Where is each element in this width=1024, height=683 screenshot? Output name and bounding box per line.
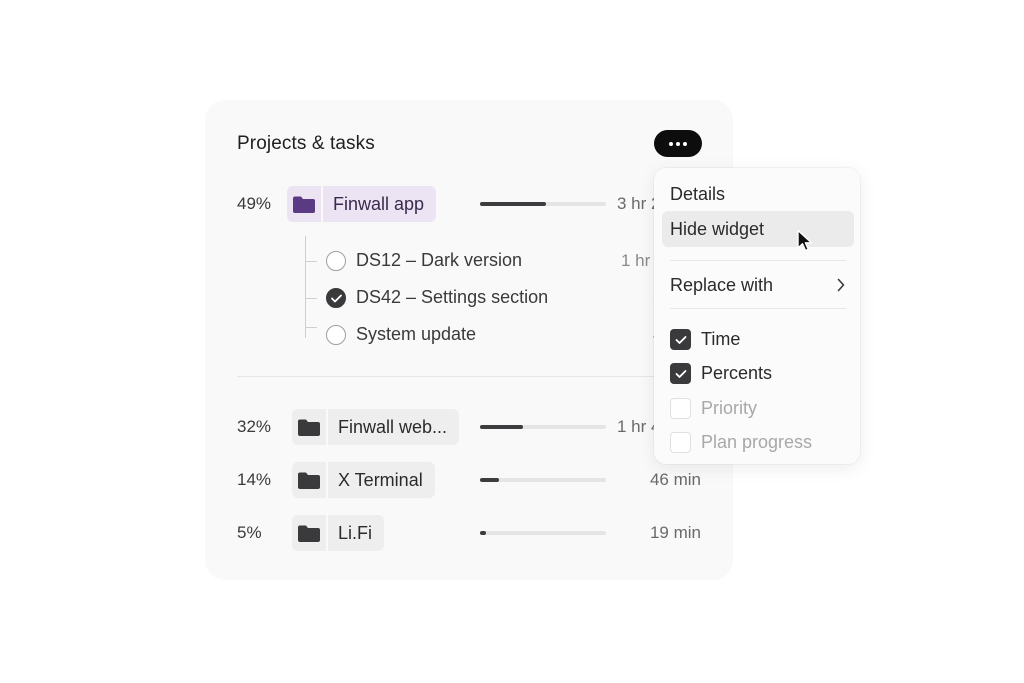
project-percent: 14% [237,470,272,489]
project-time: 19 min [649,523,701,542]
task-row[interactable]: DS12 – Dark version 1 hr [305,246,665,276]
check-icon [330,294,342,302]
task-checkbox-checked[interactable] [326,288,346,308]
progress-fill [480,531,487,535]
menu-item-label: Hide widget [670,219,765,239]
task-checkbox[interactable] [326,325,346,345]
task-checkbox[interactable] [326,251,346,271]
widget-options-menu: Details Hide widget Replace with Time Pe… [654,168,860,464]
project-row-lifi[interactable]: 5% Li.Fi 19 min [205,515,733,551]
more-dot [683,141,687,146]
task-row[interactable]: System update 4 [305,320,665,350]
project-chip[interactable]: Finwall app [287,186,437,222]
menu-divider [670,260,846,261]
option-priority[interactable]: Priority [670,396,850,422]
option-time[interactable]: Time [670,327,850,353]
option-label: Time [701,329,741,349]
folder-icon [292,515,328,551]
menu-item-label: Replace with [670,275,774,295]
project-name: Finwall web... [338,416,448,437]
option-checkbox-checked[interactable] [670,363,691,384]
option-checkbox-checked[interactable] [670,329,691,350]
more-options-button[interactable] [654,130,702,157]
widget-title: Projects & tasks [237,133,375,154]
project-chip[interactable]: Finwall web... [292,409,460,445]
more-dot [676,141,680,146]
tree-branch [305,327,317,328]
folder-icon [292,409,328,445]
project-progress-bar [480,478,606,482]
project-percent: 5% [237,523,262,542]
section-divider [237,376,701,377]
project-chip[interactable]: Li.Fi [292,515,385,551]
progress-fill [480,202,546,206]
option-checkbox[interactable] [670,432,691,453]
more-horizontal-icon [669,141,673,146]
mouse-cursor-icon [797,229,813,252]
project-row-x-terminal[interactable]: 14% X Terminal 46 min [205,462,733,498]
option-label: Priority [701,398,758,418]
option-checkbox[interactable] [670,398,691,419]
menu-item-hide-widget[interactable]: Hide widget [662,211,854,247]
project-name: Li.Fi [338,522,373,543]
menu-item-replace-with[interactable]: Replace with [662,267,854,303]
task-name: DS12 – Dark version [356,250,523,270]
project-chip[interactable]: X Terminal [292,462,435,498]
task-name: System update [356,324,477,344]
project-progress-bar [480,202,606,206]
task-time: 1 hr [621,251,651,270]
project-time: 46 min [649,470,701,489]
project-percent: 32% [237,417,272,436]
tree-branch [305,298,317,299]
project-progress-bar [480,425,606,429]
progress-fill [480,478,499,482]
menu-divider [670,308,846,309]
task-row[interactable]: DS42 – Settings section 5 [305,283,665,313]
menu-item-details[interactable]: Details [662,176,854,212]
project-percent: 49% [237,194,272,213]
option-plan-progress[interactable]: Plan progress [670,430,850,456]
project-name: Finwall app [333,193,425,214]
option-percents[interactable]: Percents [670,361,850,387]
project-progress-bar [480,531,606,535]
task-name: DS42 – Settings section [356,287,549,307]
menu-item-label: Details [670,184,726,204]
project-name: X Terminal [338,469,423,490]
check-icon [675,369,686,378]
chevron-right-icon [837,278,845,292]
folder-icon [287,186,323,222]
tree-branch [305,261,317,262]
folder-icon [292,462,328,498]
check-icon [675,335,686,344]
progress-fill [480,425,523,429]
option-label: Plan progress [701,432,813,452]
option-label: Percents [701,363,773,383]
